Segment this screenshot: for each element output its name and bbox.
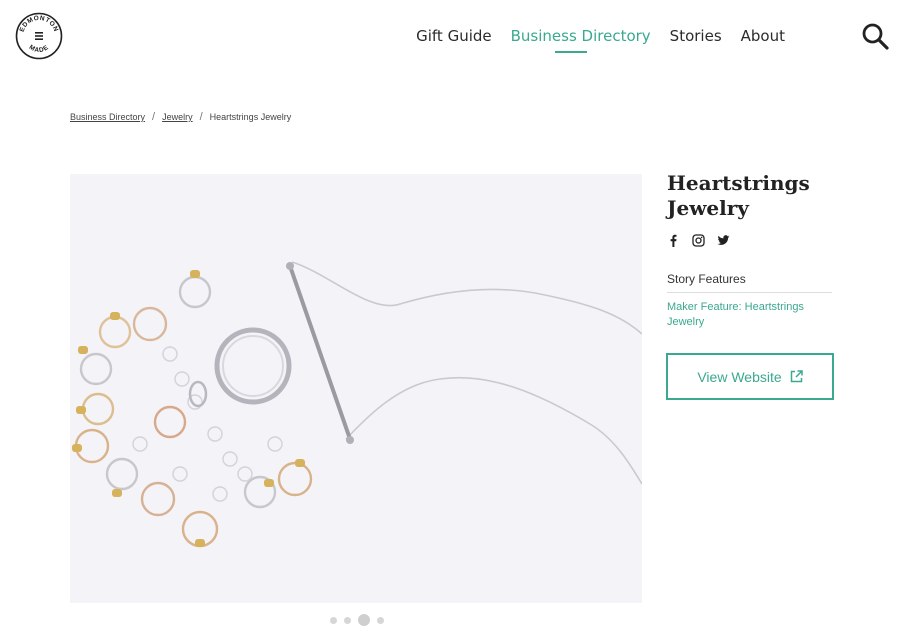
breadcrumb-separator: / <box>152 111 156 123</box>
twitter-icon[interactable] <box>717 234 730 247</box>
gallery-pagination <box>330 614 384 626</box>
external-link-icon <box>790 370 803 383</box>
gallery-image[interactable] <box>70 174 642 603</box>
business-title: Heartstrings Jewelry <box>667 171 810 220</box>
search-icon[interactable] <box>861 22 889 50</box>
instagram-icon[interactable] <box>692 234 705 247</box>
svg-text:MADE: MADE <box>28 44 51 54</box>
gallery-dot-active[interactable] <box>358 614 370 626</box>
view-website-button[interactable]: View Website <box>666 353 834 400</box>
nav-business-directory[interactable]: Business Directory <box>511 26 651 53</box>
breadcrumb: Business Directory / Jewelry / Heartstri… <box>70 111 291 123</box>
nav-gift-guide[interactable]: Gift Guide <box>416 26 492 46</box>
nav-about[interactable]: About <box>741 26 785 46</box>
edmonton-made-logo[interactable]: EDMONTON MADE <box>15 12 63 60</box>
story-feature-link[interactable]: Maker Feature: Heartstrings Jewelry <box>667 300 817 330</box>
story-features-heading: Story Features <box>667 272 832 293</box>
breadcrumb-current: Heartstrings Jewelry <box>209 112 292 122</box>
svg-text:EDMONTON: EDMONTON <box>19 15 60 33</box>
gallery-dot[interactable] <box>330 616 337 624</box>
breadcrumb-separator: / <box>199 111 203 123</box>
social-links <box>667 234 730 247</box>
gallery-dot[interactable] <box>377 616 384 624</box>
breadcrumb-business-directory[interactable]: Business Directory <box>70 112 145 122</box>
jewelry-photo <box>70 174 642 603</box>
breadcrumb-jewelry[interactable]: Jewelry <box>162 112 193 122</box>
main-nav: Gift Guide Business Directory Stories Ab… <box>397 26 785 53</box>
facebook-icon[interactable] <box>667 234 680 247</box>
view-website-label: View Website <box>697 368 782 385</box>
gallery-dot[interactable] <box>344 616 351 624</box>
nav-stories[interactable]: Stories <box>670 26 722 46</box>
